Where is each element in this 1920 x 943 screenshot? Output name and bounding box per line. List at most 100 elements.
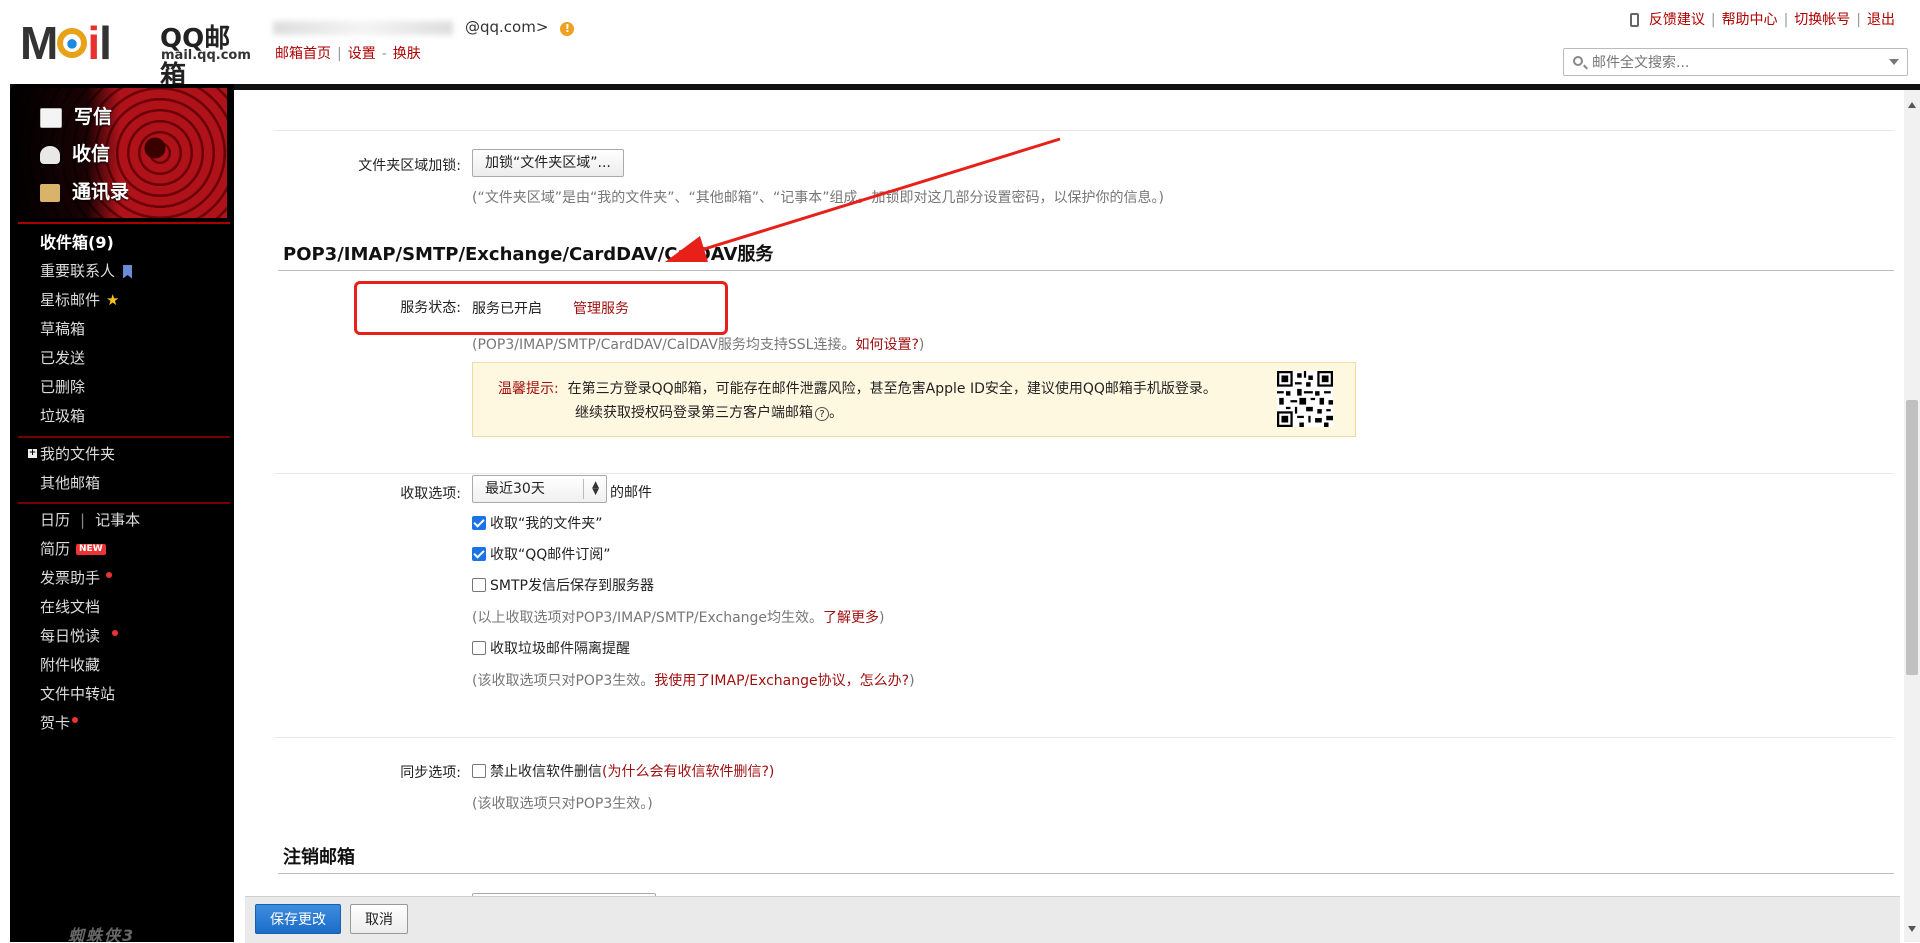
feedback-link[interactable]: 反馈建议 (1649, 12, 1705, 28)
qr-code-icon (1277, 371, 1333, 427)
lock-folder-area-button[interactable]: 加锁“文件夹区域”... (472, 149, 624, 177)
folder-list: 收件箱(9) 重要联系人 星标邮件 ★ 草稿箱 已发送 已删除 垃圾箱 (40, 228, 133, 431)
calendar-link[interactable]: 日历 (40, 511, 70, 529)
vertical-scrollbar[interactable] (1904, 90, 1920, 942)
cancel-account-title: 注销邮箱 (283, 847, 355, 868)
help-center-link[interactable]: 帮助中心 (1722, 12, 1778, 28)
sidebar-item-important-contacts[interactable]: 重要联系人 (40, 257, 133, 286)
receive-subscriptions-checkbox[interactable]: 收取“QQ邮件订阅” (472, 544, 611, 564)
header-nav: 邮箱首页 | 设置 - 换肤 (275, 46, 421, 62)
logo-moil: Mil (20, 17, 112, 69)
notification-dot (112, 629, 119, 636)
sidebar-item-attachments[interactable]: 附件收藏 (40, 651, 140, 680)
action-footer: 保存更改 取消 (245, 896, 1900, 943)
cancel-button[interactable]: 取消 (350, 904, 408, 934)
qq-mail-logo[interactable]: Mil QQ邮箱 mail.qq.com (20, 14, 255, 91)
expand-icon[interactable]: + (28, 449, 37, 458)
learn-more-link[interactable]: 了解更多 (823, 610, 879, 626)
sidebar: 写信 收信 通讯录 收件箱(9) 重要联系人 星标邮件 ★ 草稿箱 已发送 已删除… (10, 84, 234, 942)
tip-line-2: 继续获取授权码登录第三方客户端邮箱?。 (575, 405, 843, 421)
sidebar-item-inbox[interactable]: 收件箱(9) (40, 228, 132, 257)
section-divider (278, 873, 1894, 874)
receive-mail-button[interactable]: 收信 (40, 139, 110, 166)
compose-button[interactable]: 写信 (40, 102, 112, 129)
logo-domain: mail.qq.com (161, 48, 251, 63)
top-links: 反馈建议 | 帮助中心 | 切换帐号 | 退出 (1629, 9, 1895, 29)
notification-dot (106, 571, 113, 578)
account-email-suffix: @qq.com> (465, 18, 549, 36)
new-badge: NEW (76, 544, 106, 555)
switch-account-link[interactable]: 切换帐号 (1794, 12, 1850, 28)
settings-main: 文件夹区域加锁: 加锁“文件夹区域”... (“文件夹区域”是由“我的文件夹”、… (236, 90, 1904, 942)
sidebar-item-calendar-notebook: 日历 | 记事本 (40, 511, 141, 529)
pencil-icon (40, 107, 62, 128)
forbid-client-delete-checkbox[interactable]: 禁止收信软件删信(为什么会有收信软件删信?) (472, 761, 774, 781)
notification-dot (72, 716, 79, 723)
sidebar-divider (18, 436, 230, 438)
search-icon (1573, 56, 1583, 66)
sidebar-item-cards[interactable]: 贺卡 (40, 709, 140, 738)
apps-list: 日历 | 记事本 简历 NEW 发票助手 在线文档 每日悦读 附件收藏 文件中转站 贺… (40, 506, 140, 738)
skin-caption: 蜘蛛侠3 (68, 926, 136, 942)
sidebar-item-my-folders[interactable]: + 我的文件夹 (28, 440, 115, 469)
sidebar-divider (18, 502, 230, 504)
folder-lock-note: (“文件夹区域”是由“我的文件夹”、“其他邮箱”、“记事本”组成。加锁即对这几部… (472, 190, 1164, 206)
search-dropdown-icon[interactable] (1889, 59, 1899, 65)
sidebar-item-deleted[interactable]: 已删除 (40, 373, 132, 402)
how-to-setup-link[interactable]: 如何设置? (855, 337, 918, 353)
sidebar-item-drafts[interactable]: 草稿箱 (40, 315, 132, 344)
question-icon[interactable]: ? (815, 407, 829, 421)
receive-note-1: (以上收取选项对POP3/IMAP/SMTP/Exchange均生效。了解更多) (472, 610, 885, 626)
envelope-icon (40, 145, 60, 164)
smtp-save-to-server-checkbox[interactable]: SMTP发信后保存到服务器 (472, 575, 654, 595)
tip-line-1: 温馨提示: 在第三方登录QQ邮箱，可能存在邮件泄露风险，甚至危害Apple ID… (498, 381, 1217, 397)
sidebar-item-other-mailbox[interactable]: 其他邮箱 (40, 469, 115, 498)
annotation-highlight-box (354, 281, 728, 335)
mailbox-home-link[interactable]: 邮箱首页 (275, 46, 331, 62)
folder-lock-label: 文件夹区域加锁: (358, 158, 461, 174)
sidebar-item-resume[interactable]: 简历 NEW (40, 535, 140, 564)
notebook-link[interactable]: 记事本 (95, 511, 140, 529)
star-icon: ★ (106, 291, 120, 309)
logout-link[interactable]: 退出 (1867, 12, 1895, 28)
sync-options-label: 同步选项: (400, 765, 461, 781)
sidebar-item-spam[interactable]: 垃圾箱 (40, 402, 132, 431)
contacts-book-icon (40, 183, 60, 202)
spam-quarantine-reminder-checkbox[interactable]: 收取垃圾邮件隔离提醒 (472, 638, 630, 658)
blurred-account-name (273, 20, 453, 35)
sidebar-item-sent[interactable]: 已发送 (40, 344, 132, 373)
sidebar-item-daily-read[interactable]: 每日悦读 (40, 622, 140, 651)
imap-exchange-help-link[interactable]: 我使用了IMAP/Exchange协议，怎么办? (654, 673, 909, 689)
sidebar-item-online-docs[interactable]: 在线文档 (40, 593, 140, 622)
save-changes-button[interactable]: 保存更改 (255, 904, 341, 934)
contacts-button[interactable]: 通讯录 (40, 177, 129, 204)
receive-my-folders-checkbox[interactable]: 收取“我的文件夹” (472, 513, 603, 533)
sidebar-item-starred[interactable]: 星标邮件 ★ (40, 286, 132, 315)
sidebar-item-invoice[interactable]: 发票助手 (40, 564, 140, 593)
scroll-up-icon[interactable] (1908, 102, 1916, 108)
settings-link[interactable]: 设置 (348, 46, 376, 62)
receive-range-suffix: 的邮件 (610, 485, 652, 501)
select-arrows-icon: ▲ ▼ (592, 480, 599, 497)
receive-note-2: (该收取选项只对POP3生效。我使用了IMAP/Exchange协议，怎么办?) (472, 673, 915, 689)
pop-section-title: POP3/IMAP/SMTP/Exchange/CardDAV/CalDAV服务 (283, 244, 774, 265)
search-input[interactable] (1590, 52, 1864, 74)
warm-tip-box: 温馨提示: 在第三方登录QQ邮箱，可能存在邮件泄露风险，甚至危害Apple ID… (472, 362, 1356, 437)
scroll-thumb[interactable] (1906, 400, 1918, 675)
sidebar-item-file-transfer[interactable]: 文件中转站 (40, 680, 140, 709)
receive-range-select[interactable]: 最近30天 ▲ ▼ (472, 475, 607, 503)
divider (274, 130, 1894, 131)
divider (274, 473, 1894, 474)
sidebar-divider (18, 222, 230, 224)
scroll-down-icon[interactable] (1908, 926, 1916, 932)
why-client-delete-link[interactable]: (为什么会有收信软件删信?) (602, 764, 774, 780)
my-folders-list: + 我的文件夹 其他邮箱 (28, 440, 115, 498)
account-email: @qq.com>! (273, 18, 575, 36)
warning-icon[interactable]: ! (560, 22, 575, 36)
change-skin-link[interactable]: 换肤 (393, 46, 421, 62)
section-divider (278, 270, 1894, 271)
search-box[interactable] (1563, 48, 1908, 76)
ssl-note: (POP3/IMAP/SMTP/CardDAV/CalDAV服务均支持SSL连接… (472, 337, 925, 353)
phone-icon[interactable] (1629, 13, 1639, 27)
header: Mil QQ邮箱 mail.qq.com @qq.com>! 邮箱首页 | 设置 - 换… (0, 0, 1920, 91)
